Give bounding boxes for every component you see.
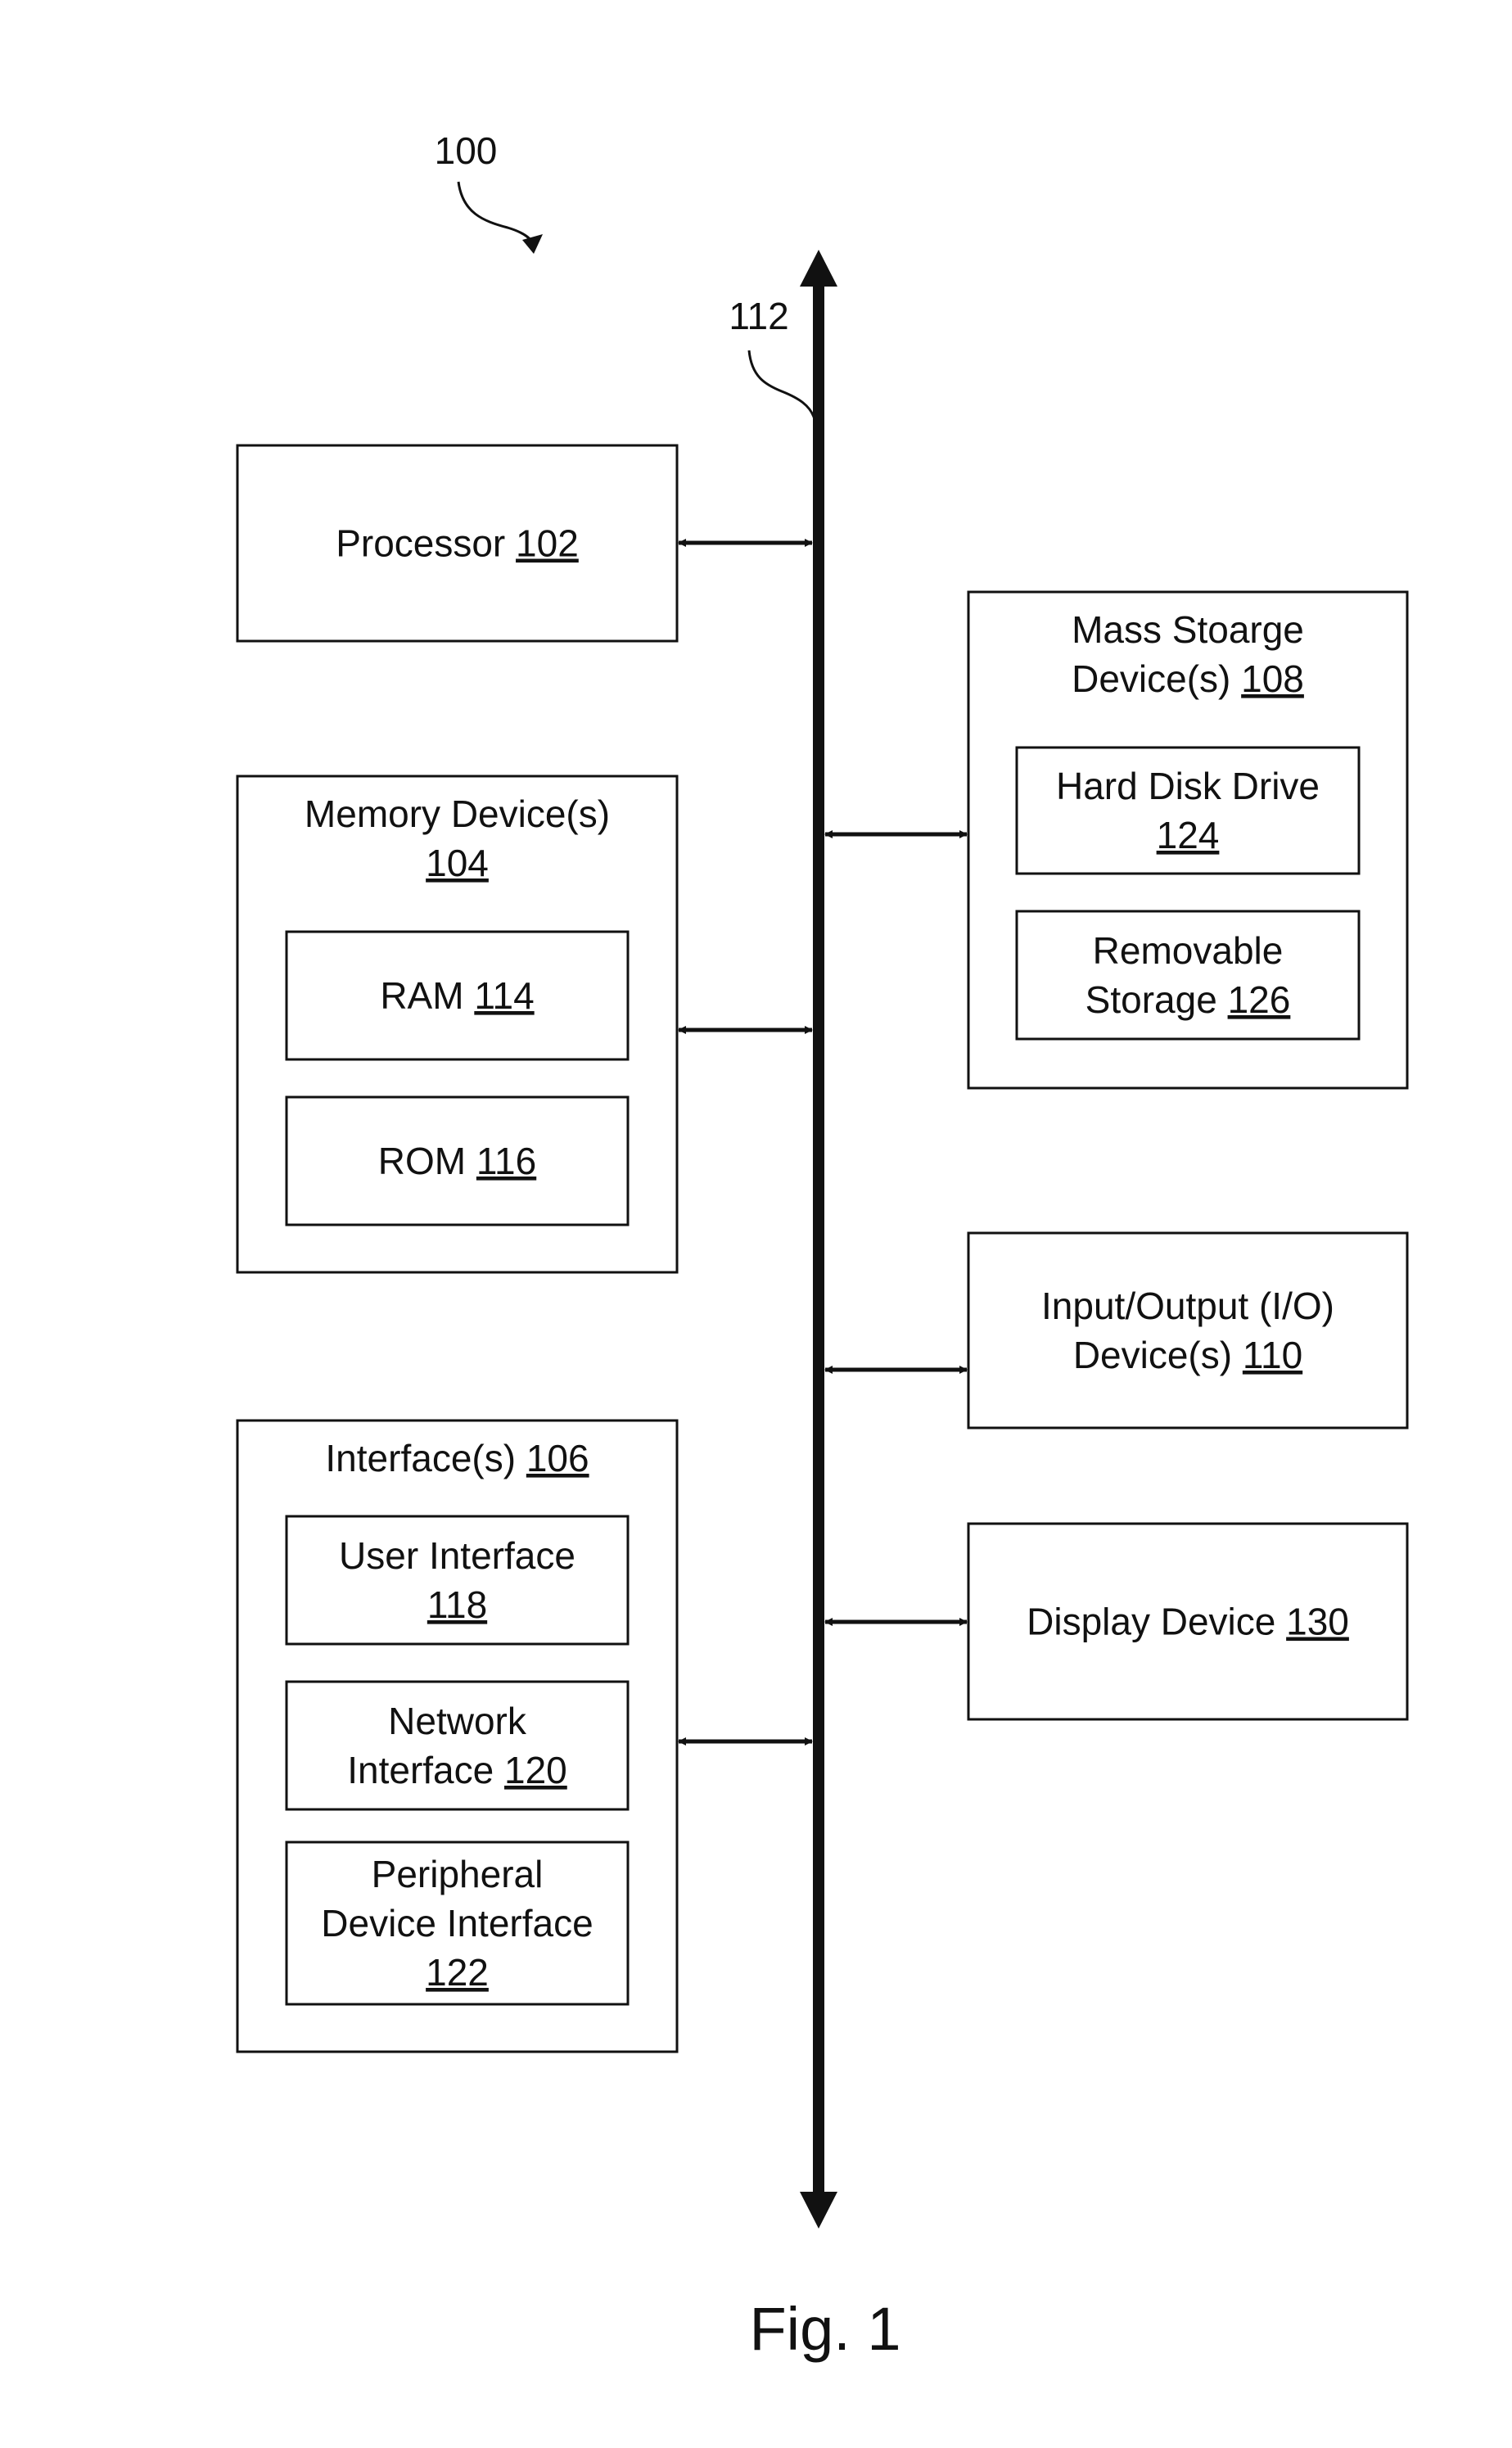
block-ref-number: 110 (1243, 1334, 1302, 1376)
processor-block: Processor 102 (236, 444, 679, 643)
block-ref-number: 106 (526, 1437, 589, 1479)
rom-block: ROM 116 (285, 1095, 630, 1226)
block-label: Processor 102 (336, 522, 579, 565)
bus-arrow-down-icon (800, 2192, 837, 2229)
system-diagram: 100 112 Processor 102 Memory Device(s) 10… (236, 129, 1409, 2363)
block-label: Input/Output (I/O) (1041, 1285, 1334, 1327)
block-label: Interface 120 (347, 1749, 567, 1791)
system-ref-label: 100 (435, 129, 498, 172)
block-frame (967, 1231, 1409, 1430)
block-label: Device(s) 110 (1073, 1334, 1302, 1376)
ram-block: RAM 114 (285, 930, 630, 1061)
removable-storage-block: Removable Storage 126 (1015, 910, 1361, 1041)
peripheral-interface-block: Peripheral Device Interface 122 (285, 1841, 630, 2006)
block-label: User Interface (339, 1534, 575, 1577)
block-label: Network (388, 1700, 527, 1742)
block-label: ROM 116 (378, 1140, 536, 1182)
block-ref-number: 124 (1157, 814, 1220, 856)
block-label: Hard Disk Drive (1056, 765, 1320, 807)
bus-line (813, 282, 824, 2194)
network-interface-block: Network Interface 120 (285, 1680, 630, 1811)
bus-ref-label: 112 (729, 295, 788, 337)
block-ref-number: 102 (516, 522, 579, 565)
hdd-block: Hard Disk Drive 124 (1015, 746, 1361, 875)
block-ref-number: 130 (1286, 1601, 1349, 1643)
block-ref-number: 118 (427, 1583, 487, 1626)
block-label: Memory Device(s) (305, 793, 610, 835)
system-ref-arrowhead-icon (522, 234, 543, 254)
block-ref-number: 114 (474, 974, 534, 1017)
block-label: Display Device 130 (1027, 1601, 1349, 1643)
block-label: Removable (1093, 929, 1284, 972)
bus-ref-leader (747, 350, 816, 420)
block-label: Device Interface (321, 1902, 593, 1944)
block-ref-number: 116 (476, 1140, 536, 1182)
system-ref-leader (457, 181, 535, 246)
block-ref-number: 126 (1228, 978, 1291, 1021)
figure-caption: Fig. 1 (749, 2295, 900, 2363)
block-label: Peripheral (372, 1853, 544, 1895)
block-label: Storage 126 (1085, 978, 1291, 1021)
io-block: Input/Output (I/O) Device(s) 110 (967, 1231, 1409, 1430)
user-interface-block: User Interface 118 (285, 1515, 630, 1646)
block-ref-number: 122 (426, 1951, 489, 1994)
block-label: Device(s) 108 (1072, 657, 1304, 700)
bus-arrow-up-icon (800, 250, 837, 287)
block-label: RAM 114 (380, 974, 534, 1017)
display-block: Display Device 130 (967, 1522, 1409, 1721)
block-ref-number: 108 (1241, 657, 1304, 700)
block-ref-number: 120 (504, 1749, 567, 1791)
block-label: Interface(s) 106 (325, 1437, 589, 1479)
block-ref-number: 104 (426, 842, 489, 884)
block-label: Mass Stoarge (1072, 608, 1304, 651)
